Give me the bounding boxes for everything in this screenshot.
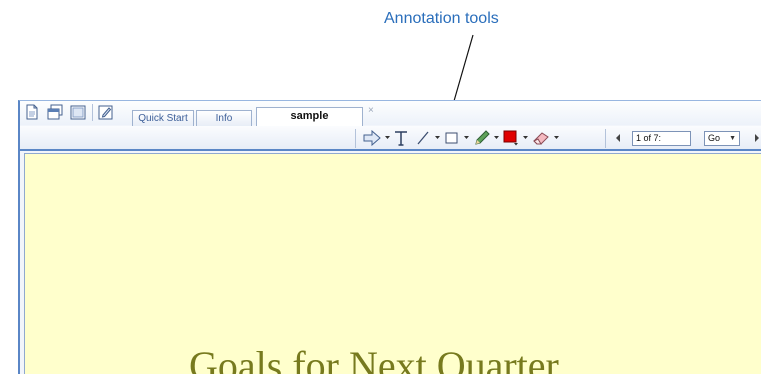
toolbar-separator bbox=[355, 129, 356, 148]
window-icon[interactable] bbox=[70, 104, 86, 120]
chevron-down-icon[interactable] bbox=[522, 135, 529, 141]
page-number-field[interactable]: 1 of 7: bbox=[632, 131, 691, 146]
chevron-down-icon[interactable] bbox=[493, 135, 500, 141]
eraser-icon[interactable] bbox=[532, 130, 551, 146]
chevron-down-icon: ▼ bbox=[729, 135, 736, 142]
go-dropdown-value: Go bbox=[708, 133, 721, 143]
app-window: Quick Start Info sample × 1 of 7: Go ▼ G… bbox=[18, 100, 761, 374]
arrow-icon[interactable] bbox=[362, 130, 382, 146]
tab-close-button[interactable]: × bbox=[368, 105, 374, 116]
go-dropdown[interactable]: Go ▼ bbox=[704, 131, 740, 146]
rectangle-icon[interactable] bbox=[444, 131, 460, 145]
chevron-down-icon[interactable] bbox=[553, 135, 560, 141]
text-icon[interactable] bbox=[393, 129, 409, 147]
document-icon[interactable] bbox=[25, 104, 39, 120]
toolbar-separator bbox=[605, 129, 606, 148]
chevron-down-icon[interactable] bbox=[384, 135, 391, 141]
chevron-down-icon[interactable] bbox=[463, 135, 470, 141]
line-icon[interactable] bbox=[415, 130, 431, 146]
annotation-toolbar: 1 of 7: Go ▼ bbox=[20, 126, 761, 151]
color-swatch-icon[interactable] bbox=[502, 129, 520, 147]
pencil-icon[interactable] bbox=[473, 129, 491, 147]
document-canvas[interactable]: Goals for Next Quarter bbox=[24, 153, 761, 374]
tab-info[interactable]: Info bbox=[196, 110, 252, 127]
tab-quick-start[interactable]: Quick Start bbox=[132, 110, 194, 127]
tab-bar: Quick Start Info sample × bbox=[20, 101, 761, 131]
windows-icon[interactable] bbox=[47, 104, 63, 120]
toolbar-separator bbox=[92, 104, 93, 121]
edit-icon[interactable] bbox=[98, 104, 114, 120]
next-page-icon[interactable] bbox=[753, 133, 761, 143]
previous-page-icon[interactable] bbox=[614, 133, 622, 143]
chevron-down-icon[interactable] bbox=[434, 135, 441, 141]
document-title: Goals for Next Quarter bbox=[189, 343, 559, 374]
